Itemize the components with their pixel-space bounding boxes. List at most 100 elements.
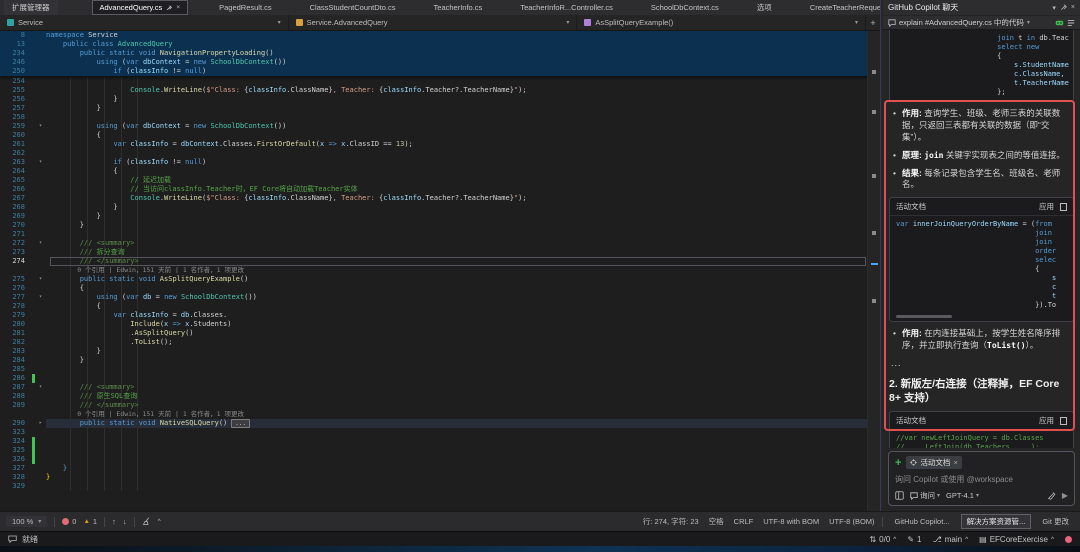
context-columns-icon[interactable] bbox=[895, 491, 904, 500]
panel-tab-git[interactable]: Git 更改 bbox=[1037, 515, 1074, 528]
panel-tab-githubcopilot[interactable]: GitHub Copilot... bbox=[890, 516, 955, 527]
chat-input-field[interactable]: 询问 Copilot 或使用 @workspace bbox=[895, 474, 1068, 485]
code-line[interactable]: 277 ▾ using (var db = new SchoolDbContext… bbox=[0, 293, 880, 302]
list-icon[interactable] bbox=[1067, 19, 1075, 27]
attach-icon[interactable] bbox=[1047, 491, 1056, 500]
model-selector[interactable]: GPT-4.1 ▾ bbox=[946, 491, 979, 500]
tab-advancedquery-cs[interactable]: AdvancedQuery.cs × bbox=[91, 0, 189, 15]
panel-tab-[interactable]: 解决方案资源管... bbox=[960, 514, 1032, 529]
tab-extension-manager[interactable]: 扩展管理器 bbox=[4, 0, 58, 15]
error-count[interactable]: 0 bbox=[62, 517, 76, 526]
copilot-feedback-icon[interactable] bbox=[1055, 19, 1064, 27]
apply-button[interactable]: 应用 bbox=[1039, 415, 1054, 426]
code-editor[interactable]: 8 namespace Service 13 public class Advanc… bbox=[0, 31, 880, 511]
chip-close-icon[interactable]: × bbox=[953, 458, 957, 467]
code-line[interactable]: 280 Include(x => x.Students) bbox=[0, 320, 880, 329]
code-line[interactable]: 260 { bbox=[0, 131, 880, 140]
code-line[interactable]: 329 bbox=[0, 482, 880, 491]
code-line[interactable]: 286 bbox=[0, 374, 880, 383]
close-icon[interactable]: × bbox=[1071, 4, 1075, 11]
statusbar-pencil[interactable]: ✎ 1 bbox=[907, 535, 921, 544]
code-line[interactable]: 269 } bbox=[0, 212, 880, 221]
statusbar-sync[interactable]: ⇅ 0/0 ^ bbox=[869, 535, 896, 544]
fold-closed-icon[interactable]: ▸ bbox=[35, 419, 46, 428]
tab-teacherinfo-cs[interactable]: TeacherInfo.cs bbox=[427, 0, 490, 15]
horizontal-scrollbar[interactable] bbox=[896, 315, 1067, 319]
code-line[interactable]: 288 /// 原生SQL查询 bbox=[0, 392, 880, 401]
code-line[interactable]: 323 bbox=[0, 428, 880, 437]
code-line[interactable]: 290 ▸ public static void NativeSQLQuery()… bbox=[0, 419, 880, 428]
statusbar-branch[interactable]: ⎇ main ^ bbox=[933, 535, 969, 544]
code-line[interactable]: 271 bbox=[0, 230, 880, 239]
code-line[interactable]: 270 } bbox=[0, 221, 880, 230]
breadcrumb-class[interactable]: Service.AdvancedQuery ▾ bbox=[289, 15, 578, 30]
code-line[interactable]: 265 // 延迟加载 bbox=[0, 176, 880, 185]
code-line[interactable]: 268 } bbox=[0, 203, 880, 212]
tab-teacherinfor-controller-cs[interactable]: TeacherInfoR...Controller.cs bbox=[513, 0, 620, 15]
code-line[interactable]: 275 ▾ public static void AsSplitQueryExam… bbox=[0, 275, 880, 284]
chevron-down-icon[interactable]: ▾ bbox=[1052, 4, 1056, 12]
fold-open-icon[interactable]: ▾ bbox=[35, 239, 46, 248]
editor-status-item[interactable]: UTF-8 (BOM) bbox=[829, 517, 874, 526]
editor-status-item[interactable]: UTF-8 with BOM bbox=[763, 517, 819, 526]
pin-icon[interactable] bbox=[1060, 4, 1067, 11]
collapsed-region-box[interactable]: ... bbox=[231, 419, 251, 428]
code-line[interactable]: 274 /// </summary> bbox=[0, 257, 880, 266]
code-line[interactable]: 255 Console.WriteLine($"Class: {classInf… bbox=[0, 86, 880, 95]
code-line[interactable]: 289 /// </summary> bbox=[0, 401, 880, 410]
code-line[interactable]: 263 ▾ if (classInfo != null) bbox=[0, 158, 880, 167]
code-line[interactable]: 276 { bbox=[0, 284, 880, 293]
editor-status-item[interactable]: 空格 bbox=[709, 516, 724, 527]
code-line[interactable]: 266 // 当访问classInfo.Teacher时，EF Core将自动加… bbox=[0, 185, 880, 194]
copy-icon[interactable] bbox=[1060, 202, 1067, 211]
code-line[interactable]: 324 bbox=[0, 437, 880, 446]
code-line[interactable]: 284 } bbox=[0, 356, 880, 365]
fold-open-icon[interactable]: ▾ bbox=[35, 275, 46, 284]
code-line[interactable]: 283 } bbox=[0, 347, 880, 356]
statusbar-repo[interactable]: ▤ EFCoreExercise ^ bbox=[979, 535, 1054, 544]
code-line[interactable]: 257 } bbox=[0, 104, 880, 113]
code-line[interactable]: 279 var classInfo = db.Classes. bbox=[0, 311, 880, 320]
tab-createteacherrequest-cs[interactable]: CreateTeacherRequest.cs bbox=[803, 0, 880, 15]
code-line[interactable]: 325 bbox=[0, 446, 880, 455]
code-line[interactable]: 254 bbox=[0, 77, 880, 86]
breadcrumb-method[interactable]: AsSplitQueryExample() ▾ bbox=[577, 15, 867, 30]
send-icon[interactable]: ▶ bbox=[1062, 491, 1068, 500]
expand-caret-icon[interactable]: ^ bbox=[158, 518, 161, 525]
nav-up-icon[interactable]: ↑ bbox=[112, 517, 116, 526]
chevron-down-icon[interactable]: ▾ bbox=[1027, 19, 1030, 26]
fold-open-icon[interactable]: ▾ bbox=[35, 383, 46, 392]
nav-down-icon[interactable]: ↓ bbox=[123, 517, 127, 526]
codelens-row[interactable]: 0 个引用 | Edwin，151 天前 | 1 名作者，1 项更改 bbox=[0, 266, 880, 275]
tab--[interactable]: 选项 bbox=[750, 0, 779, 15]
navbar-plus-icon[interactable]: + bbox=[866, 18, 880, 28]
editor-status-item[interactable]: CRLF bbox=[734, 517, 754, 526]
code-line[interactable]: 327 } bbox=[0, 464, 880, 473]
close-icon[interactable]: × bbox=[176, 4, 180, 11]
code-line[interactable]: 273 /// 拆分查询 bbox=[0, 248, 880, 257]
cleanup-broom-icon[interactable] bbox=[142, 517, 151, 526]
code-line[interactable]: 281 .AsSplitQuery() bbox=[0, 329, 880, 338]
mode-selector[interactable]: 询问 ▾ bbox=[910, 490, 940, 501]
fold-open-icon[interactable]: ▾ bbox=[35, 158, 46, 167]
code-line[interactable]: 262 bbox=[0, 149, 880, 158]
code-line[interactable]: 258 bbox=[0, 113, 880, 122]
codelens-row[interactable]: 0 个引用 | Edwin，151 天前 | 1 名作者，1 项更改 bbox=[0, 410, 880, 419]
code-line[interactable]: 278 { bbox=[0, 302, 880, 311]
tab-classstudentcountdto-cs[interactable]: ClassStudentCountDto.cs bbox=[303, 0, 403, 15]
breadcrumb-project[interactable]: Service ▾ bbox=[0, 15, 289, 30]
code-line[interactable]: 285 bbox=[0, 365, 880, 374]
code-line[interactable]: 326 bbox=[0, 455, 880, 464]
code-line[interactable]: 256 } bbox=[0, 95, 880, 104]
code-line[interactable]: 261 var classInfo = dbContext.Classes.Fi… bbox=[0, 140, 880, 149]
zoom-selector[interactable]: 100 % ▾ bbox=[6, 516, 48, 527]
code-line[interactable]: 264 { bbox=[0, 167, 880, 176]
fold-open-icon[interactable]: ▾ bbox=[35, 122, 46, 131]
warning-count[interactable]: ▲ 1 bbox=[83, 517, 97, 526]
apply-button[interactable]: 应用 bbox=[1039, 201, 1054, 212]
copy-icon[interactable] bbox=[1060, 416, 1067, 425]
tab-pagedresult-cs[interactable]: PagedResult.cs bbox=[212, 0, 279, 15]
copilot-prompt-bar[interactable]: explain #AdvancedQuery.cs 中的代码 ▾ bbox=[883, 15, 1080, 30]
code-line[interactable]: 287 ▾ /// <summary> bbox=[0, 383, 880, 392]
editor-scrollbar[interactable] bbox=[867, 31, 880, 511]
